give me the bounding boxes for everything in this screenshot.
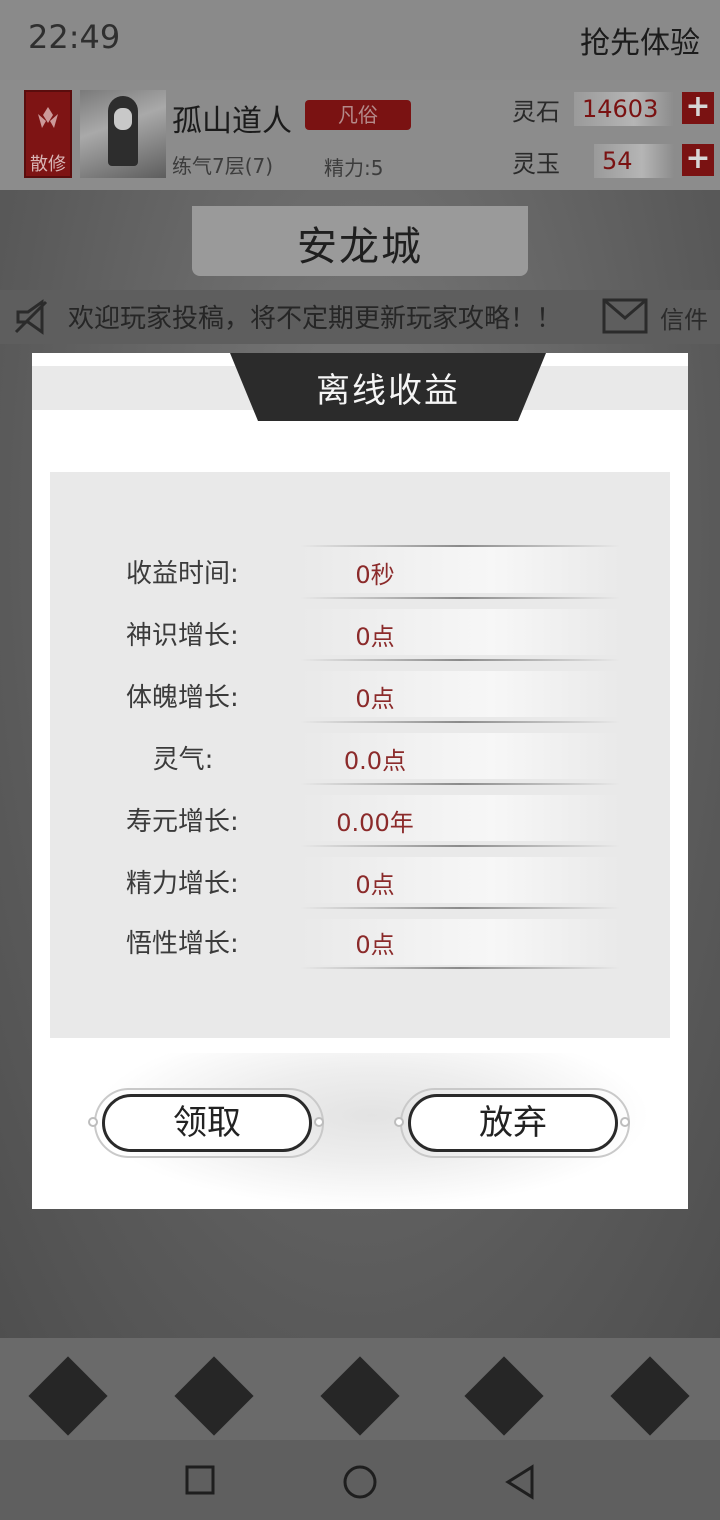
city-name: 安龙城 xyxy=(297,224,423,270)
crossed-swords-icon xyxy=(320,1356,400,1436)
player-info-bar: 散修 孤山道人 凡俗 练气7层(7) 精力:5 灵石 14603 + 灵玉 54… xyxy=(0,80,720,190)
row-label: 精力增长: xyxy=(126,869,239,899)
earnings-row: 悟性增长: 0点 xyxy=(50,911,670,973)
row-value: 0.00年 xyxy=(336,809,414,837)
city-banner: 安龙城 xyxy=(192,206,528,276)
spirit-jade-label: 灵玉 xyxy=(512,150,560,178)
row-divider xyxy=(300,783,620,785)
gate-icon xyxy=(28,1356,108,1436)
spirit-stone-value: 14603 xyxy=(574,92,674,126)
row-label: 收益时间: xyxy=(126,559,239,589)
row-label: 悟性增长: xyxy=(126,929,239,959)
row-label: 灵气: xyxy=(152,745,214,775)
megaphone-icon xyxy=(14,299,48,335)
avatar[interactable] xyxy=(80,90,166,178)
abandon-button-frame: 放弃 xyxy=(394,1088,630,1158)
notice-bar: 欢迎玩家投稿，将不定期更新玩家攻略！！ 信件 xyxy=(0,290,720,344)
button-knob xyxy=(314,1117,324,1127)
row-value: 0点 xyxy=(355,685,395,713)
back-icon[interactable] xyxy=(504,1464,536,1500)
spirit-jade-value: 54 xyxy=(594,144,674,178)
row-value: 0点 xyxy=(355,931,395,959)
row-divider xyxy=(300,907,620,909)
notice-text: 欢迎玩家投稿，将不定期更新玩家攻略！！ xyxy=(68,304,563,334)
abandon-button[interactable]: 放弃 xyxy=(408,1094,618,1152)
home-icon[interactable] xyxy=(342,1464,378,1500)
row-label: 寿元增长: xyxy=(126,807,239,837)
book-icon xyxy=(610,1356,690,1436)
avatar-hair xyxy=(108,96,138,166)
clock: 22:49 xyxy=(28,18,121,56)
row-value: 0.0点 xyxy=(343,747,407,775)
row-value: 0秒 xyxy=(355,561,395,589)
bottom-nav: 洞府 纳戒 历练 装备 参悟 xyxy=(0,1338,720,1490)
add-spirit-jade-button[interactable]: + xyxy=(682,144,714,176)
row-value: 0点 xyxy=(355,871,395,899)
sect-label: 散修 xyxy=(30,154,66,175)
ring-icon xyxy=(174,1356,254,1436)
button-knob xyxy=(88,1117,98,1127)
offline-earnings-dialog: 离线收益 收益时间: 0秒 神识增长: 0点 体魄增长: 0点 灵气: 0.0点 xyxy=(32,353,688,1209)
row-divider xyxy=(300,659,620,661)
early-access-label[interactable]: 抢先体验 xyxy=(580,18,700,62)
sword-icon xyxy=(464,1356,544,1436)
add-spirit-stone-button[interactable]: + xyxy=(682,92,714,124)
row-value: 0点 xyxy=(355,623,395,651)
player-name: 孤山道人 xyxy=(172,104,292,139)
row-label: 神识增长: xyxy=(126,621,239,651)
mail-icon[interactable] xyxy=(602,298,648,334)
lotus-icon xyxy=(38,107,58,128)
button-knob xyxy=(394,1117,404,1127)
dialog-title: 离线收益 xyxy=(316,371,460,411)
earnings-row: 灵气: 0.0点 xyxy=(50,725,670,787)
earnings-panel: 收益时间: 0秒 神识增长: 0点 体魄增长: 0点 灵气: 0.0点 寿元增长… xyxy=(50,472,670,1038)
row-divider xyxy=(300,845,620,847)
system-nav-bar xyxy=(0,1440,720,1520)
cultivation-realm: 练气7层(7) xyxy=(172,154,274,178)
earnings-row: 精力增长: 0点 xyxy=(50,849,670,911)
earnings-row: 收益时间: 0秒 xyxy=(50,539,670,601)
earnings-row: 神识增长: 0点 xyxy=(50,601,670,663)
spirit-stone-label: 灵石 xyxy=(512,98,560,126)
earnings-row: 寿元增长: 0.00年 xyxy=(50,787,670,849)
row-label: 体魄增长: xyxy=(126,683,239,713)
row-divider xyxy=(300,721,620,723)
row-divider xyxy=(300,597,620,599)
earnings-row: 体魄增长: 0点 xyxy=(50,663,670,725)
claim-button-frame: 领取 xyxy=(88,1088,324,1158)
claim-button[interactable]: 领取 xyxy=(102,1094,312,1152)
mail-label[interactable]: 信件 xyxy=(660,300,708,335)
row-divider xyxy=(300,967,620,969)
avatar-face xyxy=(114,108,132,130)
status-bar: 22:49 抢先体验 xyxy=(0,0,720,80)
button-knob xyxy=(620,1117,630,1127)
energy-value: 精力:5 xyxy=(324,156,384,180)
recents-icon[interactable] xyxy=(184,1464,216,1496)
rank-badge: 凡俗 xyxy=(305,100,411,130)
sect-badge[interactable]: 散修 xyxy=(24,90,72,178)
row-divider xyxy=(300,545,620,547)
